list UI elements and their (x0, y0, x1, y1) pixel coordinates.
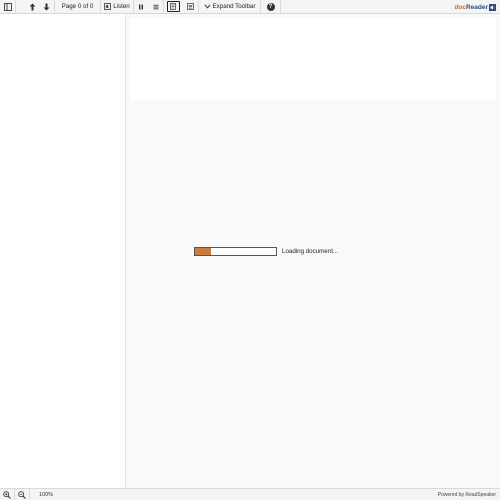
doc-reader-app: Page 0 of 0 Listen Expand Toolbar ? doc … (0, 0, 500, 500)
arrow-up-icon (29, 3, 35, 10)
listen-label: Listen (113, 3, 130, 10)
expand-toolbar-button[interactable]: Expand Toolbar (199, 0, 261, 14)
arrow-down-icon (43, 3, 50, 10)
zoom-in-button[interactable] (0, 488, 15, 500)
page-mode-button[interactable] (182, 0, 199, 14)
brand-prefix: doc (454, 3, 466, 11)
help-button[interactable]: ? (261, 0, 281, 14)
pause-button[interactable] (134, 0, 148, 14)
powered-by-text: Powered by ReadSpeaker (437, 492, 496, 498)
bottom-bar: 100% Powered by ReadSpeaker (0, 488, 500, 500)
options-button[interactable] (148, 0, 164, 14)
help-icon: ? (266, 2, 275, 11)
sidebar-toggle-icon (3, 2, 12, 11)
text-mode-button[interactable] (164, 0, 182, 14)
text-mode-icon (170, 3, 176, 10)
next-page-button[interactable] (39, 0, 55, 14)
text-mode-active-frame (166, 1, 180, 12)
listen-button[interactable]: Listen (101, 0, 134, 14)
expand-toolbar-label: Expand Toolbar (212, 3, 256, 10)
document-page (130, 18, 496, 100)
zoom-out-button[interactable] (15, 488, 30, 500)
sidebar-toggle-button[interactable] (0, 0, 16, 14)
docreader-logo: doc Reader (454, 0, 496, 14)
thumbnail-sidebar (0, 14, 126, 488)
loading-indicator: Loading document... (194, 247, 338, 256)
page-indicator: Page 0 of 0 (55, 0, 101, 14)
menu-lines-icon (153, 4, 158, 9)
brand-suffix: Reader (465, 3, 488, 11)
previous-page-button[interactable] (25, 0, 39, 14)
zoom-in-icon (3, 490, 11, 499)
listen-icon (104, 3, 112, 10)
pause-icon (139, 4, 143, 9)
chevron-down-icon (203, 4, 211, 9)
loading-progress-bar (194, 247, 277, 256)
loading-progress-fill (195, 248, 212, 255)
page-mode-icon (186, 3, 194, 10)
top-toolbar: Page 0 of 0 Listen Expand Toolbar ? doc … (0, 0, 500, 14)
loading-text: Loading document... (282, 248, 339, 255)
zoom-level: 100% (39, 491, 54, 498)
speaker-logo-icon (489, 3, 496, 11)
zoom-out-icon (18, 490, 26, 499)
page-indicator-text: Page 0 of 0 (61, 3, 94, 10)
